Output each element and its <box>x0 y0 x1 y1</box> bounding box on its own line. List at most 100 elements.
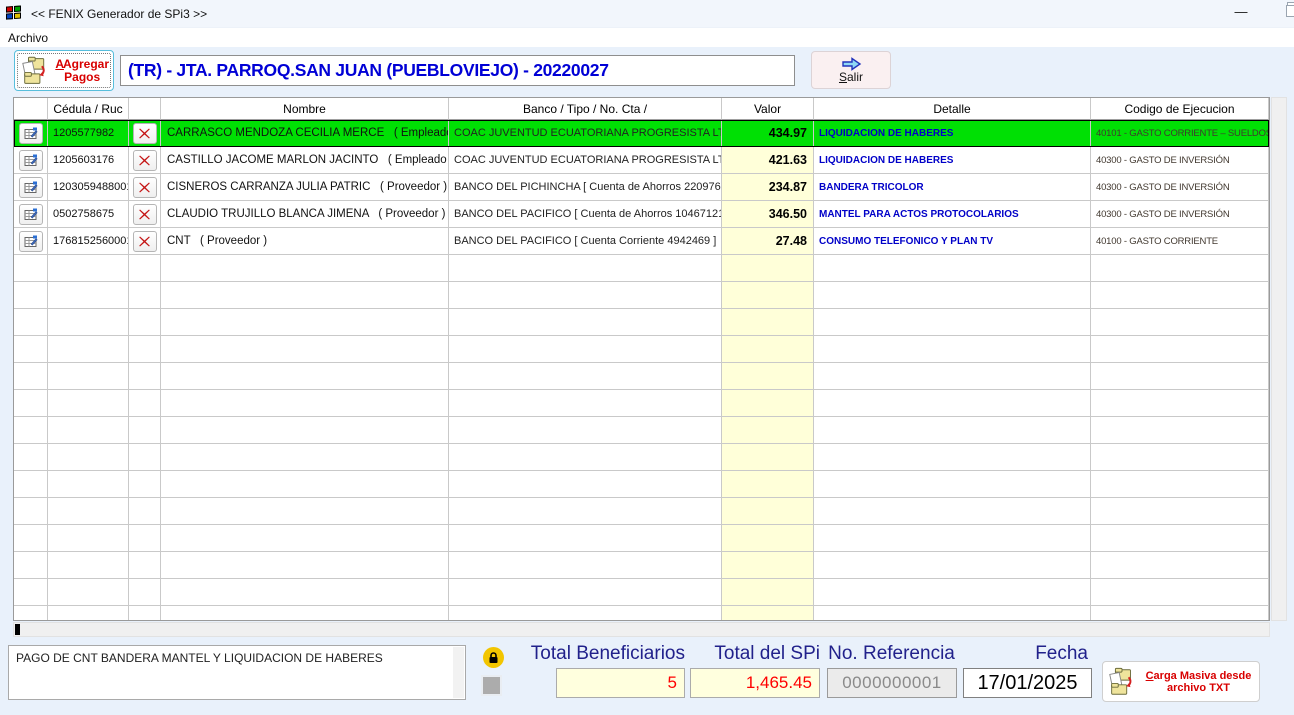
nombre-cell[interactable]: CNT ( Proveedor ) <box>161 228 449 255</box>
nombre-cell[interactable] <box>161 417 449 444</box>
nombre-cell[interactable] <box>161 498 449 525</box>
banco-cell[interactable] <box>449 336 722 363</box>
grid-row[interactable]: 1205603176 CASTILLO JACOME MARLON JACINTO… <box>14 147 1269 174</box>
row-selector-cell[interactable] <box>14 363 48 390</box>
codigo-cell[interactable] <box>1091 282 1269 309</box>
horizontal-scrollbar-thumb[interactable] <box>15 624 20 635</box>
codigo-cell[interactable] <box>1091 552 1269 579</box>
edit-row-button[interactable] <box>19 123 43 144</box>
detalle-cell[interactable] <box>814 444 1091 471</box>
cedula-cell[interactable] <box>48 552 129 579</box>
banco-cell[interactable] <box>449 282 722 309</box>
detalle-cell[interactable] <box>814 282 1091 309</box>
cedula-cell[interactable] <box>48 390 129 417</box>
maximize-button[interactable] <box>1286 5 1294 17</box>
row-delete-cell[interactable] <box>129 606 161 621</box>
banco-cell[interactable] <box>449 363 722 390</box>
edit-row-button[interactable] <box>19 177 43 198</box>
header-valor[interactable]: Valor <box>722 98 814 120</box>
nombre-cell[interactable] <box>161 471 449 498</box>
codigo-cell[interactable]: 40300 - GASTO DE INVERSIÓN <box>1091 174 1269 201</box>
banco-cell[interactable]: COAC JUVENTUD ECUATORIANA PROGRESISTA LT… <box>449 147 722 174</box>
row-delete-cell[interactable] <box>129 120 161 147</box>
banco-cell[interactable] <box>449 255 722 282</box>
menu-archivo[interactable]: Archivo <box>0 31 56 45</box>
codigo-cell[interactable] <box>1091 579 1269 606</box>
row-selector-cell[interactable] <box>14 282 48 309</box>
carga-masiva-button[interactable]: Carga Masiva desdearchivo TXT <box>1102 661 1260 702</box>
detalle-cell[interactable] <box>814 309 1091 336</box>
cedula-cell[interactable] <box>48 579 129 606</box>
nombre-cell[interactable] <box>161 606 449 621</box>
row-selector-cell[interactable] <box>14 228 48 255</box>
nombre-cell[interactable]: CASTILLO JACOME MARLON JACINTO ( Emplead… <box>161 147 449 174</box>
valor-cell[interactable]: 421.63 <box>722 147 814 174</box>
row-delete-cell[interactable] <box>129 417 161 444</box>
nombre-cell[interactable] <box>161 579 449 606</box>
valor-cell[interactable] <box>722 336 814 363</box>
row-selector-cell[interactable] <box>14 498 48 525</box>
banco-cell[interactable] <box>449 309 722 336</box>
row-delete-cell[interactable] <box>129 201 161 228</box>
detalle-cell[interactable] <box>814 471 1091 498</box>
row-delete-cell[interactable] <box>129 255 161 282</box>
detalle-cell[interactable] <box>814 363 1091 390</box>
row-selector-cell[interactable] <box>14 120 48 147</box>
banco-cell[interactable]: BANCO DEL PACIFICO [ Cuenta Corriente 49… <box>449 228 722 255</box>
header-codigo[interactable]: Codigo de Ejecucion <box>1091 98 1269 120</box>
banco-cell[interactable] <box>449 525 722 552</box>
row-delete-cell[interactable] <box>129 498 161 525</box>
grid-row[interactable]: 1205577982CARRASCO MENDOZA CECILIA MERCE… <box>14 120 1269 147</box>
codigo-cell[interactable] <box>1091 606 1269 621</box>
row-selector-cell[interactable] <box>14 174 48 201</box>
detalle-cell[interactable] <box>814 336 1091 363</box>
edit-row-button[interactable] <box>19 150 43 171</box>
nombre-cell[interactable] <box>161 444 449 471</box>
vertical-scrollbar[interactable] <box>1271 97 1287 621</box>
cedula-cell[interactable] <box>48 255 129 282</box>
cedula-cell[interactable]: 1205603176 <box>48 147 129 174</box>
row-delete-cell[interactable] <box>129 390 161 417</box>
valor-cell[interactable] <box>722 606 814 621</box>
codigo-cell[interactable] <box>1091 498 1269 525</box>
minimize-button[interactable]: — <box>1228 4 1254 24</box>
valor-cell[interactable] <box>722 525 814 552</box>
row-selector-cell[interactable] <box>14 444 48 471</box>
header-nombre[interactable]: Nombre <box>161 98 449 120</box>
codigo-cell[interactable]: 40101 - GASTO CORRIENTE – SUELDOS <box>1091 120 1269 147</box>
cedula-cell[interactable] <box>48 444 129 471</box>
nombre-cell[interactable] <box>161 282 449 309</box>
banco-cell[interactable] <box>449 417 722 444</box>
cedula-cell[interactable]: 1203059488001 <box>48 174 129 201</box>
detalle-cell[interactable] <box>814 255 1091 282</box>
observacion-textarea[interactable]: PAGO DE CNT BANDERA MANTEL Y LIQUIDACION… <box>8 645 466 700</box>
valor-cell[interactable]: 346.50 <box>722 201 814 228</box>
row-selector-cell[interactable] <box>14 201 48 228</box>
detalle-cell[interactable]: MANTEL PARA ACTOS PROTOCOLARIOS <box>814 201 1091 228</box>
detalle-cell[interactable] <box>814 417 1091 444</box>
row-delete-cell[interactable] <box>129 309 161 336</box>
row-delete-cell[interactable] <box>129 282 161 309</box>
cedula-cell[interactable] <box>48 471 129 498</box>
nombre-cell[interactable] <box>161 525 449 552</box>
banco-cell[interactable] <box>449 498 722 525</box>
nombre-cell[interactable] <box>161 363 449 390</box>
cedula-cell[interactable]: 1768152560001 <box>48 228 129 255</box>
agregar-pagos-button[interactable]: AAgregarPagos <box>14 50 114 91</box>
codigo-cell[interactable]: 40300 - GASTO DE INVERSIÓN <box>1091 147 1269 174</box>
detalle-cell[interactable] <box>814 525 1091 552</box>
valor-cell[interactable] <box>722 552 814 579</box>
row-selector-cell[interactable] <box>14 471 48 498</box>
detalle-cell[interactable] <box>814 498 1091 525</box>
valor-cell[interactable] <box>722 390 814 417</box>
cedula-cell[interactable] <box>48 336 129 363</box>
valor-cell[interactable] <box>722 471 814 498</box>
row-delete-cell[interactable] <box>129 444 161 471</box>
valor-cell[interactable] <box>722 255 814 282</box>
cedula-cell[interactable] <box>48 498 129 525</box>
cedula-cell[interactable]: 1205577982 <box>48 120 129 147</box>
row-delete-cell[interactable] <box>129 336 161 363</box>
valor-cell[interactable] <box>722 417 814 444</box>
row-selector-cell[interactable] <box>14 606 48 621</box>
cedula-cell[interactable]: 0502758675 <box>48 201 129 228</box>
